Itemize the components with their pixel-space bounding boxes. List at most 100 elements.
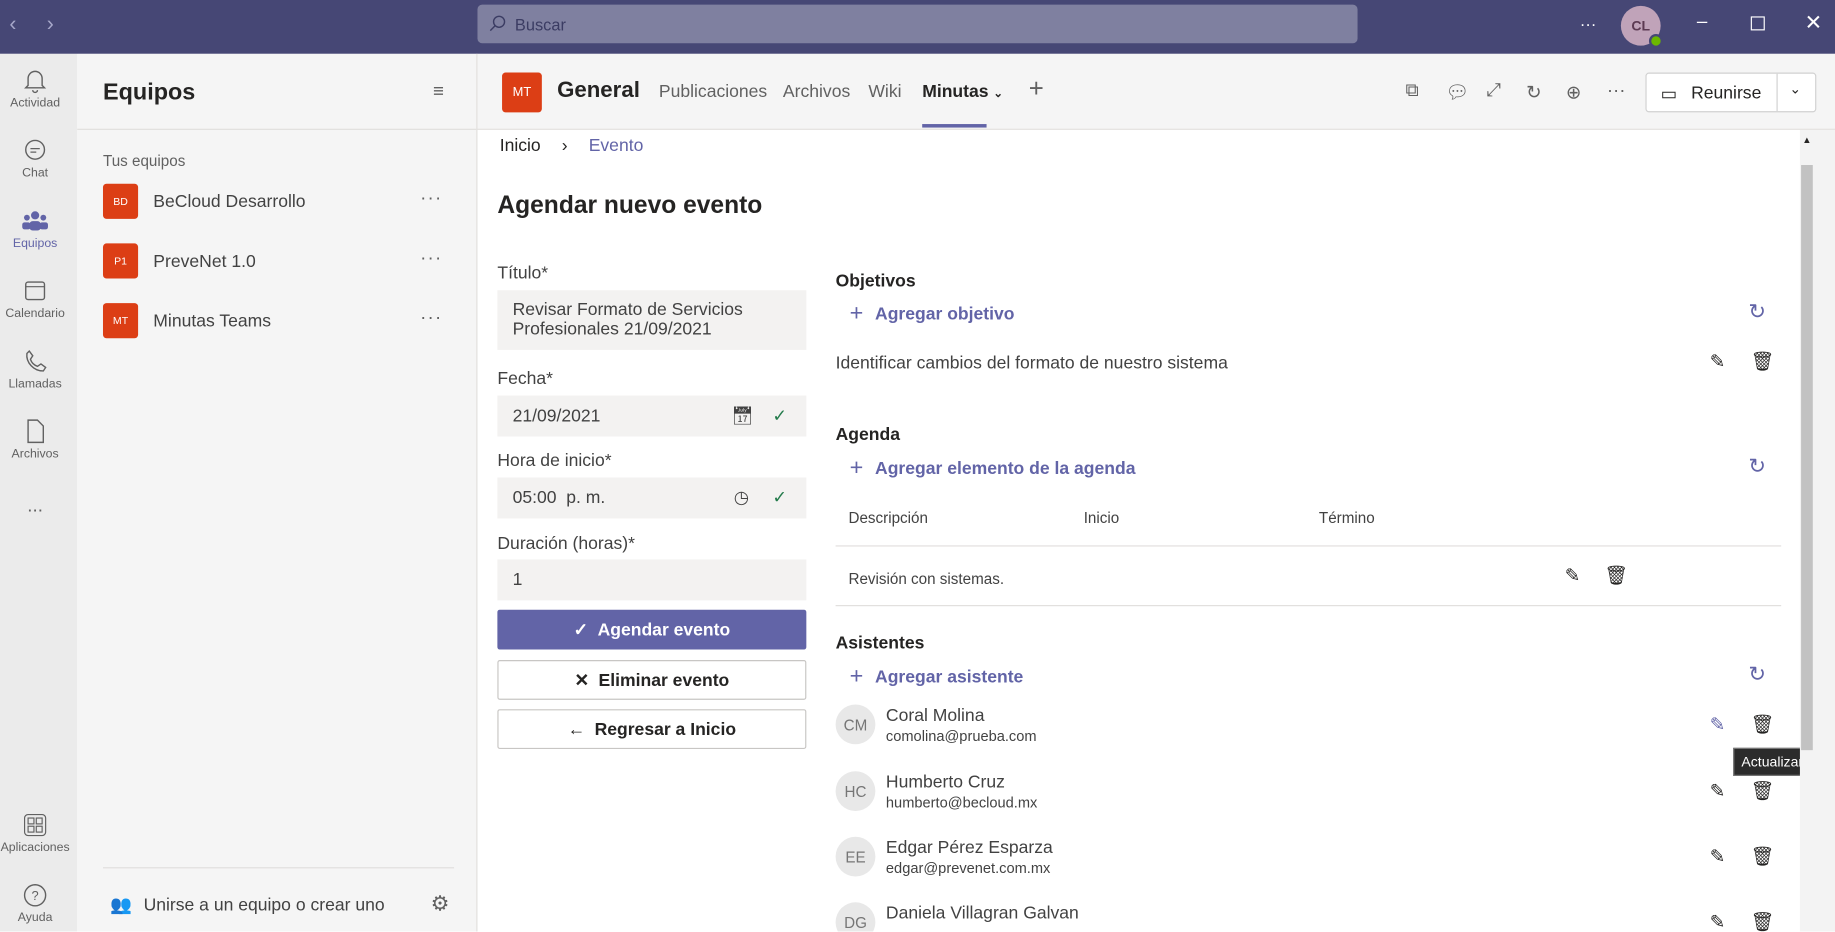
rail-item-ayuda[interactable]: ? Ayuda (0, 882, 70, 925)
breadcrumb-home[interactable]: Inicio (500, 136, 541, 156)
meet-button[interactable]: ▭ Reunirse ⌄ (1645, 72, 1817, 113)
team-icon: MT (102, 303, 139, 339)
conversation-icon[interactable]: 💬︎ (1445, 81, 1469, 104)
add-attendee-button[interactable]: + Agregar asistente (850, 664, 1024, 691)
pencil-icon[interactable]: ✎ (1710, 845, 1726, 868)
tab-wiki[interactable]: Wiki (868, 82, 901, 102)
rail-more-button[interactable]: ... (0, 496, 70, 517)
pencil-icon[interactable]: ✎ (1710, 350, 1726, 373)
search-input[interactable]: Buscar (477, 4, 1358, 44)
rail-item-actividad[interactable]: Actividad (0, 68, 70, 110)
user-avatar[interactable]: CL (1620, 5, 1663, 48)
rail-item-calendario[interactable]: Calendario (0, 279, 70, 321)
forward-arrow-icon[interactable]: › (47, 12, 54, 37)
duracion-input[interactable]: 1 (497, 559, 807, 601)
rail-item-equipos[interactable]: Equipos (0, 208, 70, 250)
rail-label: Archivos (11, 447, 59, 462)
team-more-button[interactable]: ··· (420, 248, 442, 269)
trash-icon[interactable]: 🗑︎ (1751, 845, 1775, 868)
team-icon: P1 (102, 243, 139, 279)
trash-icon[interactable]: 🗑︎ (1751, 779, 1775, 802)
chevron-down-icon[interactable]: ⌄ (1789, 81, 1801, 97)
calendar-icon[interactable]: 📅︎ (731, 405, 753, 426)
delete-event-button[interactable]: ✕ Eliminar evento (497, 660, 807, 700)
bell-icon (24, 70, 47, 94)
minutas-content: Inicio › Evento Agendar nuevo evento Tít… (477, 129, 1835, 932)
team-item[interactable]: P1 PreveNet 1.0 ··· (102, 243, 454, 279)
hora-input[interactable]: 05:00 p. m. ◷ ✓ (497, 477, 807, 519)
breadcrumb: Inicio › Evento (500, 136, 644, 156)
more-icon[interactable]: ··· (1580, 14, 1596, 33)
reload-icon[interactable]: ↻ (1526, 81, 1542, 104)
column-header: Inicio (1083, 509, 1120, 527)
refresh-icon[interactable]: ↻ (1748, 662, 1766, 687)
team-more-button[interactable]: ··· (420, 308, 442, 329)
check-circle-icon: ✓ (772, 488, 788, 508)
x-icon: ✕ (574, 670, 590, 691)
tab-publicaciones[interactable]: Publicaciones (659, 82, 767, 102)
gear-icon[interactable]: ⚙ (431, 892, 450, 917)
team-name: PreveNet 1.0 (153, 251, 256, 271)
add-label: Agregar objetivo (875, 304, 1015, 325)
page-title: Agendar nuevo evento (497, 191, 763, 219)
team-more-button[interactable]: ··· (420, 188, 442, 209)
schedule-event-button[interactable]: ✓ Agendar evento (497, 609, 807, 650)
rail-item-aplicaciones[interactable]: Aplicaciones (0, 812, 70, 854)
team-icon: BD (102, 183, 139, 219)
refresh-icon[interactable]: ↻ (1748, 454, 1766, 479)
add-label: Agregar elemento de la agenda (875, 458, 1136, 479)
team-logo: MT (502, 72, 542, 113)
scrollbar[interactable]: ▲ (1799, 129, 1835, 932)
add-agenda-item-button[interactable]: + Agregar elemento de la agenda (850, 455, 1136, 482)
clock-icon[interactable]: ◷ (734, 487, 749, 508)
close-icon[interactable]: ✕ (1805, 11, 1823, 36)
join-team-button[interactable]: 👥 Unirse a un equipo o crear uno (110, 894, 385, 915)
trash-icon[interactable]: 🗑︎ (1751, 713, 1775, 736)
pencil-icon[interactable]: ✎ (1710, 910, 1726, 932)
more-icon[interactable]: ··· (1607, 81, 1626, 102)
button-label: Agendar evento (597, 619, 731, 640)
expand-icon[interactable]: ⤢ (1486, 81, 1501, 102)
pencil-icon[interactable]: ✎ (1565, 564, 1581, 587)
globe-icon[interactable]: ⊕ (1566, 81, 1582, 104)
back-home-button[interactable]: ← Regresar a Inicio (497, 709, 807, 749)
scroll-up-icon[interactable]: ▲ (1802, 135, 1811, 146)
rail-item-archivos[interactable]: Archivos (0, 419, 70, 461)
app-rail: Actividad Chat Equipos Calendario Llamad… (0, 53, 78, 932)
rail-label: Ayuda (17, 910, 53, 925)
check-circle-icon: ✓ (772, 406, 788, 426)
back-arrow-icon[interactable]: ‹ (9, 12, 16, 37)
add-people-icon: 👥 (110, 895, 132, 916)
fecha-input[interactable]: 21/09/2021 📅︎ ✓ (497, 395, 807, 437)
rail-item-llamadas[interactable]: Llamadas (0, 349, 70, 391)
meet-label: Reunirse (1691, 83, 1762, 103)
popout-icon[interactable]: ⧉ (1406, 81, 1419, 102)
trash-icon[interactable]: 🗑︎ (1751, 350, 1775, 373)
chevron-down-icon: ⌄ (993, 87, 1004, 101)
more-icon: ... (27, 496, 43, 517)
avatar: CM (835, 704, 876, 745)
rail-item-chat[interactable]: Chat (0, 138, 70, 180)
tab-archivos[interactable]: Archivos (783, 82, 850, 102)
breadcrumb-current: Evento (588, 135, 644, 156)
refresh-icon[interactable]: ↻ (1748, 300, 1766, 325)
filter-icon[interactable]: ≡ (433, 82, 444, 103)
help-icon: ? (23, 884, 47, 907)
active-tab-indicator (922, 124, 987, 128)
scrollbar-thumb[interactable] (1801, 165, 1813, 751)
column-header: Término (1318, 509, 1375, 527)
minimize-icon[interactable]: – (1697, 12, 1707, 33)
trash-icon[interactable]: 🗑︎ (1751, 910, 1775, 932)
maximize-icon[interactable] (1750, 16, 1765, 31)
team-item[interactable]: BD BeCloud Desarrollo ··· (102, 183, 454, 219)
pencil-icon[interactable]: ✎ (1710, 779, 1726, 802)
team-item[interactable]: MT Minutas Teams ··· (102, 303, 454, 339)
add-tab-icon[interactable]: + (1029, 74, 1044, 104)
status-available-icon (1648, 33, 1663, 48)
titulo-input[interactable]: Revisar Formato de Servicios Profesional… (497, 290, 807, 350)
plus-icon: + (849, 663, 864, 690)
trash-icon[interactable]: 🗑︎ (1604, 564, 1628, 587)
add-objective-button[interactable]: + Agregar objetivo (850, 301, 1015, 328)
tab-minutas[interactable]: Minutas ⌄ (922, 82, 1003, 102)
pencil-icon[interactable]: ✎ (1710, 713, 1726, 736)
